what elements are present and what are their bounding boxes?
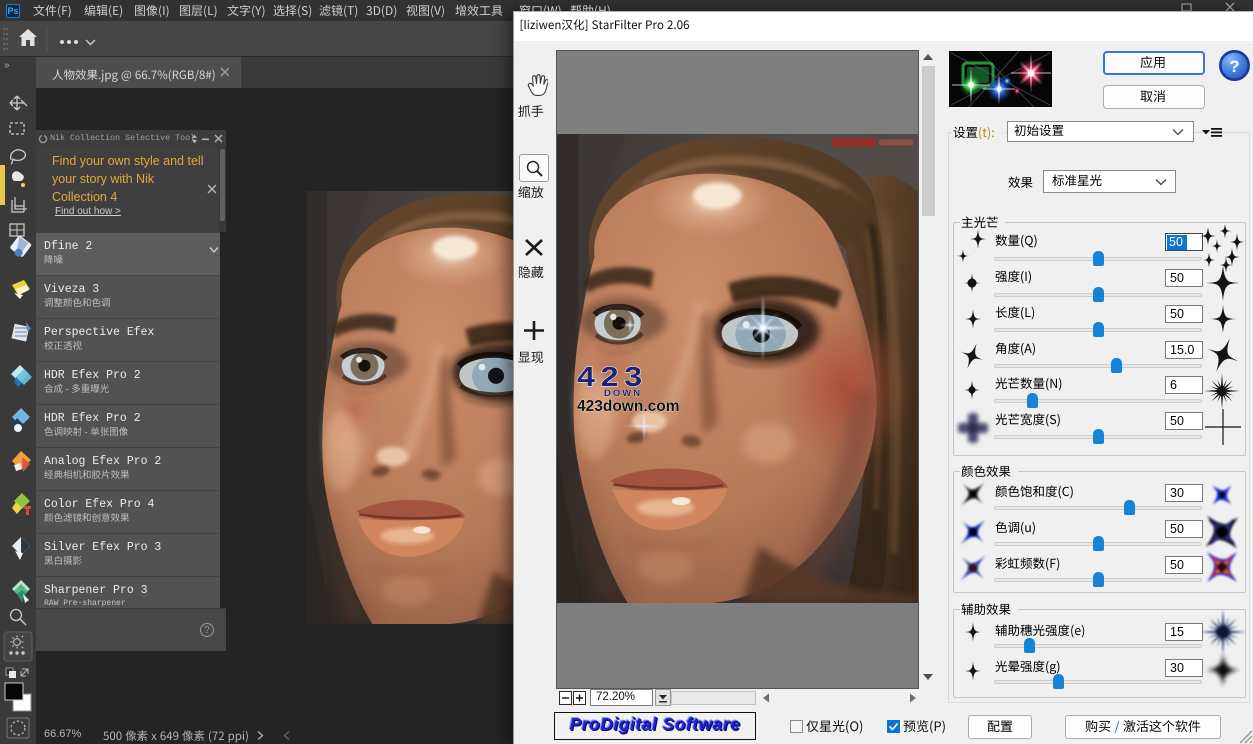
- svg-text:?: ?: [1229, 57, 1239, 76]
- svg-text:423down.com: 423down.com: [577, 398, 680, 415]
